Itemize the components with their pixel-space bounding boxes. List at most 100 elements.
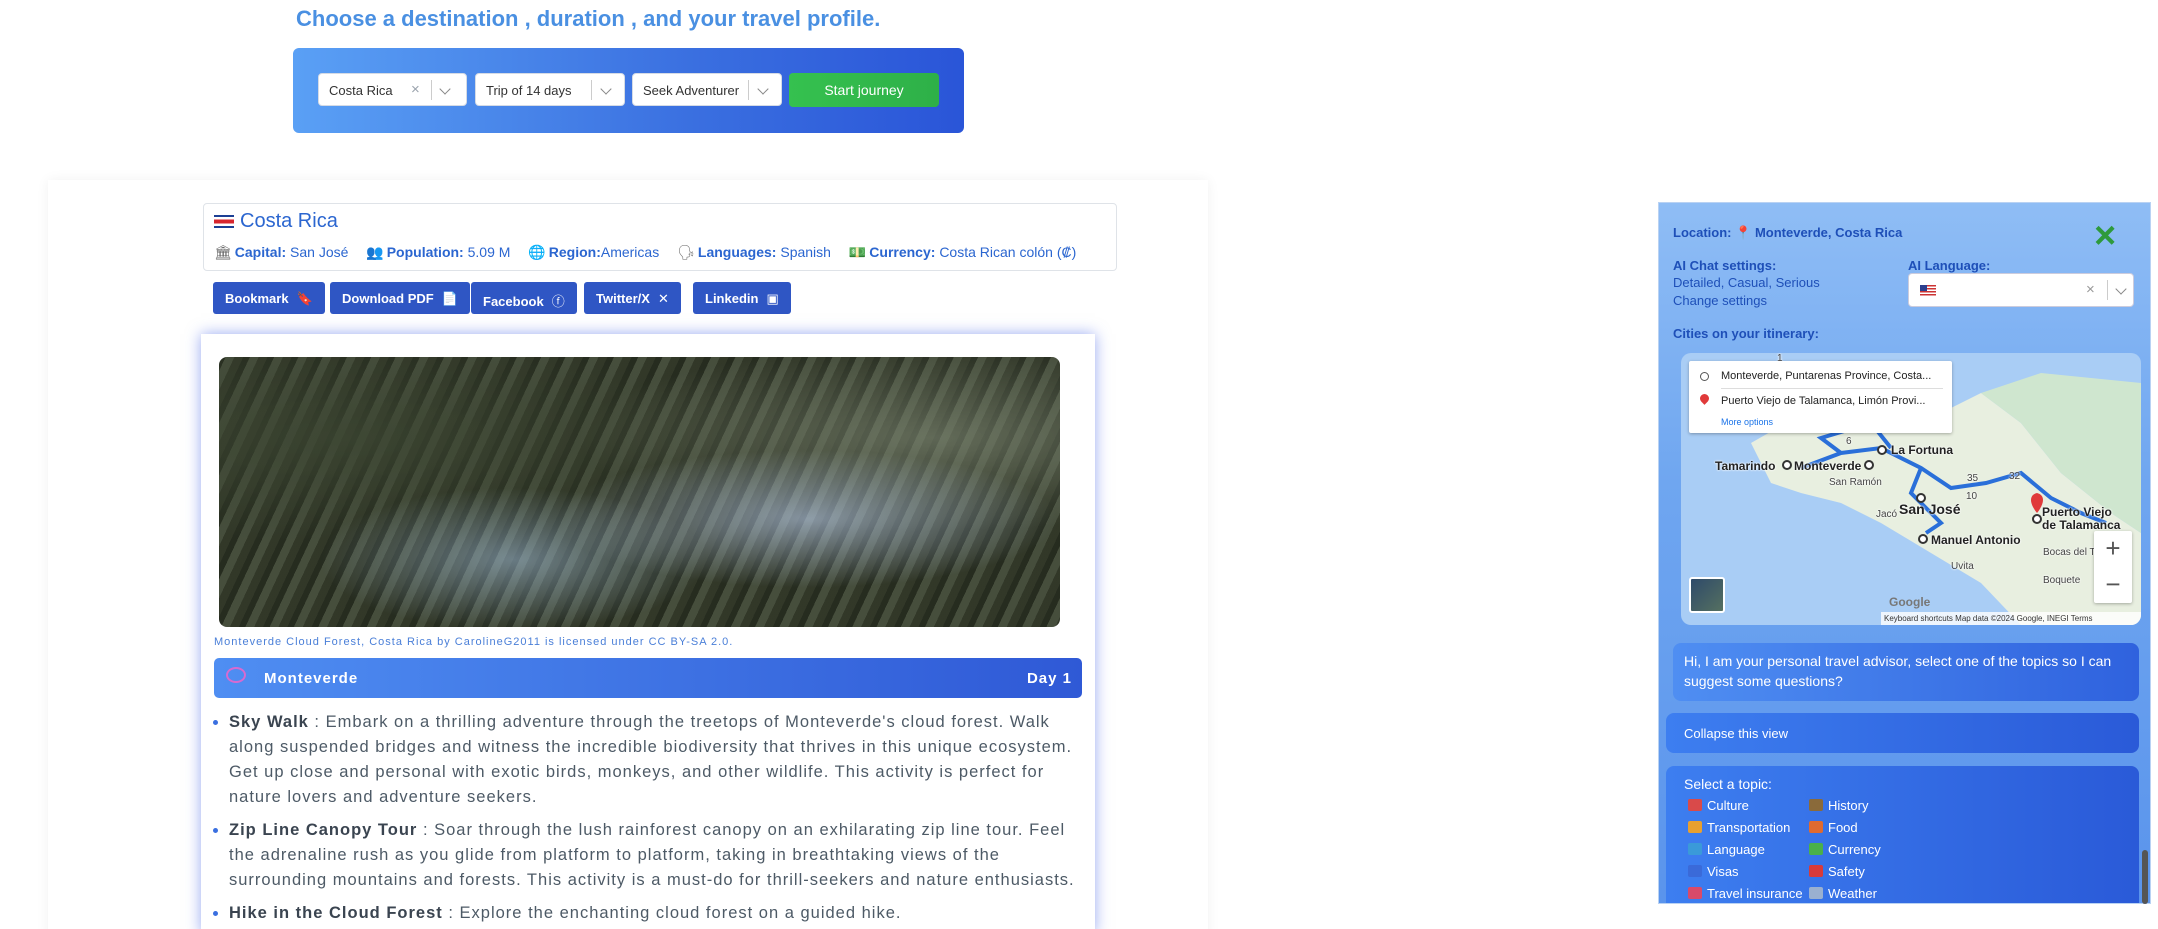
road-number: 6 — [1846, 436, 1852, 447]
topic-label: History — [1828, 798, 1869, 813]
topic-transportation[interactable]: Transportation — [1688, 820, 1790, 835]
costa-rica-flag-icon — [214, 215, 234, 229]
country-info-box: Costa Rica 🏛 Capital: San José 👥 Populatio… — [203, 203, 1117, 271]
map-label: Puerto Viejo — [2042, 505, 2112, 519]
map-marker[interactable] — [1918, 534, 1928, 544]
activity-name: Sky Walk — [229, 713, 309, 731]
day-city: Monteverde — [264, 670, 359, 687]
topic-weather[interactable]: Weather — [1809, 886, 1877, 901]
map-label: Monteverde — [1794, 459, 1862, 473]
map-marker[interactable] — [2032, 514, 2042, 524]
activity-list: Sky Walk : Embark on a thrilling adventu… — [213, 710, 1079, 929]
map-marker[interactable] — [1782, 460, 1792, 470]
facebook-icon: ⓕ — [551, 294, 565, 309]
map-marker[interactable] — [1877, 445, 1887, 455]
change-settings-link[interactable]: Change settings — [1673, 293, 1767, 308]
topic-visas[interactable]: Visas — [1688, 864, 1739, 879]
zoom-out-button[interactable]: − — [2094, 567, 2132, 603]
day-card: Monteverde Cloud Forest, Costa Rica by C… — [201, 334, 1095, 929]
map-label: San José — [1899, 501, 1961, 517]
photo-credit[interactable]: Monteverde Cloud Forest, Costa Rica by C… — [214, 636, 733, 648]
capital-value: San José — [290, 244, 349, 260]
topic-culture[interactable]: Culture — [1688, 798, 1749, 813]
select-separator — [591, 80, 592, 100]
topic-travel-insurance[interactable]: Travel insurance — [1688, 886, 1803, 901]
chevron-down-icon[interactable] — [2115, 283, 2127, 295]
ai-language-select[interactable]: × — [1908, 273, 2134, 307]
map-label: Jacó — [1876, 509, 1898, 520]
itinerary-map[interactable]: Monteverde, Puntarenas Province, Costa..… — [1681, 353, 2141, 625]
activity-name: Zip Line Canopy Tour — [229, 821, 418, 839]
map-label: Uvita — [1951, 561, 1974, 572]
select-separator — [2107, 280, 2108, 300]
satellite-toggle[interactable] — [1689, 577, 1725, 613]
route-destination[interactable]: Puerto Viejo de Talamanca, Limón Provi..… — [1721, 395, 1925, 407]
destination-icon — [1698, 392, 1711, 405]
route-origin[interactable]: Monteverde, Puntarenas Province, Costa..… — [1721, 370, 1931, 382]
activity-description: : Embark on a thrilling adventure throug… — [229, 713, 1073, 806]
food-icon — [1809, 821, 1823, 833]
population-icon: 👥 — [366, 244, 384, 260]
clear-icon[interactable]: × — [411, 81, 420, 98]
capital-label: Capital: — [234, 244, 287, 260]
topic-label: Transportation — [1707, 820, 1791, 835]
page-headline: Choose a destination , duration , and yo… — [296, 6, 881, 31]
download-pdf-button[interactable]: Download PDF 📄 — [330, 282, 470, 314]
transportation-icon — [1688, 821, 1702, 833]
cities-label: Cities on your itinerary: — [1673, 326, 1819, 341]
file-icon: 📄 — [441, 291, 458, 306]
google-logo: Google — [1889, 595, 1931, 609]
map-label: Boquete — [2043, 575, 2081, 586]
topic-label: Travel insurance — [1707, 886, 1803, 901]
zoom-control: + − — [2094, 531, 2132, 603]
speaking-head-icon: 🗣 — [677, 244, 695, 260]
map-label: San Ramón — [1829, 477, 1882, 488]
twitter-share-button[interactable]: Twitter/X ✕ — [584, 282, 681, 314]
topic-selector: Select a topic: Culture History Transporta… — [1666, 766, 2139, 903]
chat-settings-values[interactable]: Detailed, Casual, Serious — [1673, 275, 1820, 290]
profile-select[interactable]: Seek Adventurer — [632, 73, 782, 106]
day-number: Day 1 — [1026, 670, 1072, 687]
more-options-link[interactable]: More options — [1721, 417, 1773, 427]
topic-food[interactable]: Food — [1809, 820, 1858, 835]
linkedin-share-button[interactable]: Linkedin ▣ — [693, 282, 791, 314]
activity-name: Hike in the Cloud Forest — [229, 904, 443, 922]
activity-description: : Explore the enchanting cloud forest on… — [442, 904, 902, 922]
weather-icon — [1809, 887, 1823, 899]
topics-title: Select a topic: — [1684, 776, 1772, 792]
topic-safety[interactable]: Safety — [1809, 864, 1865, 879]
zoom-in-button[interactable]: + — [2094, 531, 2132, 567]
linkedin-label: Linkedin — [705, 291, 759, 306]
topic-language[interactable]: Language — [1688, 842, 1765, 857]
clear-icon[interactable]: × — [2086, 281, 2095, 298]
topic-label: Weather — [1828, 886, 1877, 901]
visas-icon — [1688, 865, 1702, 877]
chevron-down-icon[interactable] — [600, 83, 612, 95]
topic-history[interactable]: History — [1809, 798, 1868, 813]
collapse-view-button[interactable]: Collapse this view — [1666, 713, 2139, 753]
duration-value: Trip of 14 days — [486, 83, 572, 98]
map-marker[interactable] — [1864, 460, 1874, 470]
scrollbar[interactable] — [2142, 850, 2148, 904]
topic-label: Food — [1828, 820, 1858, 835]
currency-icon — [1809, 843, 1823, 855]
facebook-share-button[interactable]: Facebook ⓕ — [471, 282, 577, 314]
destination-photo — [219, 357, 1060, 627]
country-facts: 🏛 Capital: San José 👥 Population: 5.09 M 🌐… — [214, 244, 1090, 261]
destination-select[interactable]: Costa Rica × — [318, 73, 467, 106]
chevron-down-icon[interactable] — [439, 83, 451, 95]
chat-bubble-icon[interactable] — [226, 667, 246, 683]
close-icon[interactable]: × — [2094, 217, 2116, 255]
currency-label: Currency: — [869, 244, 936, 260]
trip-search-panel: Costa Rica × Trip of 14 days Seek Advent… — [293, 48, 964, 133]
duration-select[interactable]: Trip of 14 days — [475, 73, 625, 106]
topic-currency[interactable]: Currency — [1809, 842, 1881, 857]
select-separator — [431, 80, 432, 100]
bookmark-button[interactable]: Bookmark 🔖 — [213, 282, 325, 314]
chevron-down-icon[interactable] — [757, 83, 769, 95]
road-number: 10 — [1966, 491, 1978, 502]
start-journey-button[interactable]: Start journey — [789, 73, 939, 107]
languages-label: Languages: — [697, 244, 777, 260]
population-value: 5.09 M — [467, 244, 511, 260]
map-attribution[interactable]: Keyboard shortcuts Map data ©2024 Google… — [1881, 612, 2141, 625]
